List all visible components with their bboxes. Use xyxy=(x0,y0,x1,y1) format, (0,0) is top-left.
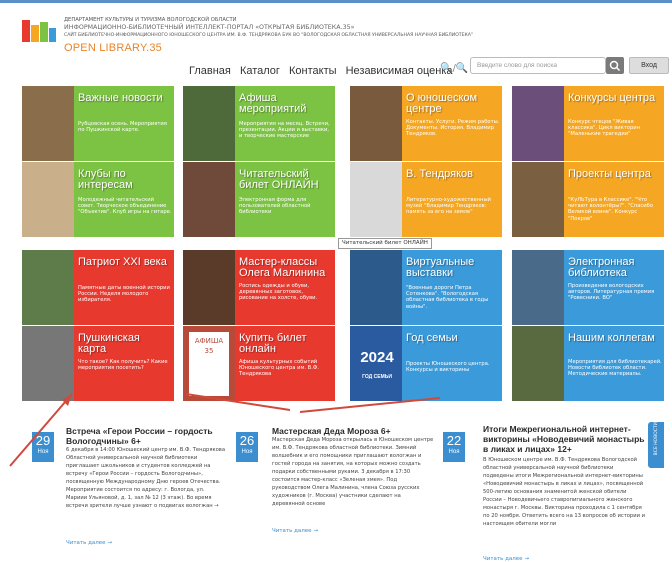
tile-description: Конкурс чтецов "Живая классика". Цикл ви… xyxy=(568,119,641,138)
tile-description: Мероприятия на месяц. Встречи, презентац… xyxy=(239,121,330,140)
tile-description: Электронная форма для пользователей обла… xyxy=(239,197,311,216)
tile-2[interactable]: Афиша мероприятий Мероприятия на месяц. В… xyxy=(183,86,335,161)
all-news-tab[interactable]: ВСЕ НОВОСТИ xyxy=(648,422,664,468)
tile-title: Проекты центра xyxy=(568,168,651,180)
tile-6[interactable]: Читательский билет ОНЛАЙН Электронная фор… xyxy=(183,162,335,237)
nav-catalog[interactable]: Каталог xyxy=(240,65,280,77)
read-more-link[interactable]: Читать далее → xyxy=(272,528,318,534)
main-nav: Главная Каталог Контакты Независимая оце… xyxy=(189,65,459,77)
header-site-desc: САЙТ БИБЛИОТЕЧНО-ИНФОРМАЦИОННОГО ЮНОШЕСК… xyxy=(64,33,474,38)
tile-title: Патриот XXI века xyxy=(78,256,167,268)
tile-image xyxy=(512,162,564,237)
nav-independent-rating[interactable]: Независимая оценка xyxy=(346,65,453,77)
login-button[interactable]: Вход xyxy=(629,57,669,74)
tile-image xyxy=(512,326,564,401)
tile-image xyxy=(350,250,402,325)
tile-description: Произведения вологодских авторов. Литера… xyxy=(568,283,655,302)
tile-image xyxy=(183,86,235,161)
tile-image xyxy=(22,162,74,237)
tile-title: Афиша мероприятий xyxy=(239,92,307,115)
tile-title: Мастер-классы Олега Малинина xyxy=(239,256,326,279)
tile-image xyxy=(183,250,235,325)
tile-title: О юношеском центре xyxy=(406,92,478,115)
tile-3[interactable]: О юношеском центре Контакты. Услуги. Режи… xyxy=(350,86,502,161)
tile-9[interactable]: Патриот XXI века Памятные даты военной ис… xyxy=(22,250,174,325)
tile-image xyxy=(183,162,235,237)
brand-name[interactable]: OPEN LIBRARY.35 xyxy=(64,42,162,54)
tile-description: Литературно-художественный музей "Владим… xyxy=(406,197,491,216)
tooltip: Читательский билет ОНЛАЙН xyxy=(338,238,432,249)
header-department: ДЕПАРТАМЕНТ КУЛЬТУРЫ И ТУРИЗМА ВОЛОГОДСК… xyxy=(64,17,237,23)
news-date-badge: 22 Ноя xyxy=(443,432,465,462)
tile-image xyxy=(22,86,74,161)
news-body: В Юношеском центре им. В.Ф. Тендрякова В… xyxy=(483,457,645,527)
tile-title: Конкурсы центра xyxy=(568,92,656,104)
news-title[interactable]: Итоги Межрегиональной интернет-викторины… xyxy=(483,424,645,454)
read-more-link[interactable]: Читать далее → xyxy=(483,556,529,562)
tile-8[interactable]: Проекты центра "КуЛЬТура в Классике". "Чт… xyxy=(512,162,664,237)
search-button[interactable] xyxy=(606,57,624,74)
tile-16[interactable]: Нашим коллегам Мероприятия для библиотека… xyxy=(512,326,664,401)
tile-title: В. Тендряков xyxy=(406,168,474,180)
tile-description: "Военные дороги Петра Сотенкова". "Волог… xyxy=(406,285,489,310)
read-more-link[interactable]: Читать далее → xyxy=(66,540,112,546)
tile-description: Памятные даты военной истории России. Не… xyxy=(78,285,170,304)
tile-title: Виртуальные выставки xyxy=(406,256,475,279)
tile-title: Электронная библиотека xyxy=(568,256,635,279)
tile-description: "КуЛЬТура в Классике". "Что читают волон… xyxy=(568,197,654,222)
tile-4[interactable]: Конкурсы центра Конкурс чтецов "Живая кла… xyxy=(512,86,664,161)
nav-contacts[interactable]: Контакты xyxy=(289,65,337,77)
tile-image xyxy=(512,86,564,161)
tile-title: Важные новости xyxy=(78,92,163,104)
search-icon xyxy=(609,60,621,72)
tile-image xyxy=(350,86,402,161)
accessibility-icon[interactable]: 🔍/🔍 xyxy=(440,63,468,74)
tile-10[interactable]: Мастер-классы Олега Малинина Роспись одеж… xyxy=(183,250,335,325)
tile-title: Купить билет онлайн xyxy=(239,332,307,355)
tile-12[interactable]: Электронная библиотека Произведения волог… xyxy=(512,250,664,325)
tile-5[interactable]: Клубы по интересам Молодежный читательски… xyxy=(22,162,174,237)
tile-1[interactable]: Важные новости Рубцовская осень. Мероприя… xyxy=(22,86,174,161)
annotation-arrows xyxy=(9,393,440,467)
tile-description: Рубцовская осень. Мероприятия по Пушкинс… xyxy=(78,121,167,134)
header-portal-title: ИНФОРМАЦИОННО-БИБЛИОТЕЧНЫЙ ИНТЕЛЛЕКТ-ПОР… xyxy=(64,24,355,31)
tile-11[interactable]: Виртуальные выставки "Военные дороги Петр… xyxy=(350,250,502,325)
tile-title: Нашим коллегам xyxy=(568,332,655,344)
tile-title: Читательский билет ОНЛАЙН xyxy=(239,168,319,191)
tile-image xyxy=(512,250,564,325)
tile-description: Мероприятия для библиотекарей. Новости б… xyxy=(568,359,662,378)
tile-7[interactable]: В. Тендряков Литературно-художественный м… xyxy=(350,162,502,237)
news-item[interactable]: 22 Ноя Итоги Межрегиональной интернет-вик… xyxy=(443,418,648,562)
tile-title: Пушкинская карта xyxy=(78,332,140,355)
nav-home[interactable]: Главная xyxy=(189,65,231,77)
tile-title: Клубы по интересам xyxy=(78,168,133,191)
tile-description: Роспись одежды и обуви, деревянных загот… xyxy=(239,283,318,302)
logo-icon[interactable] xyxy=(22,20,56,42)
tile-title: Год семьи xyxy=(406,332,458,344)
tile-description: Молодежный читательский совет. Творческо… xyxy=(78,197,172,216)
site-header: ДЕПАРТАМЕНТ КУЛЬТУРЫ И ТУРИЗМА ВОЛОГОДСК… xyxy=(0,3,672,83)
search-input[interactable]: Введите слово для поиска xyxy=(470,57,606,74)
tile-image xyxy=(22,250,74,325)
tile-description: Контакты. Услуги. Режим работы. Документ… xyxy=(406,119,500,138)
tile-image xyxy=(350,162,402,237)
